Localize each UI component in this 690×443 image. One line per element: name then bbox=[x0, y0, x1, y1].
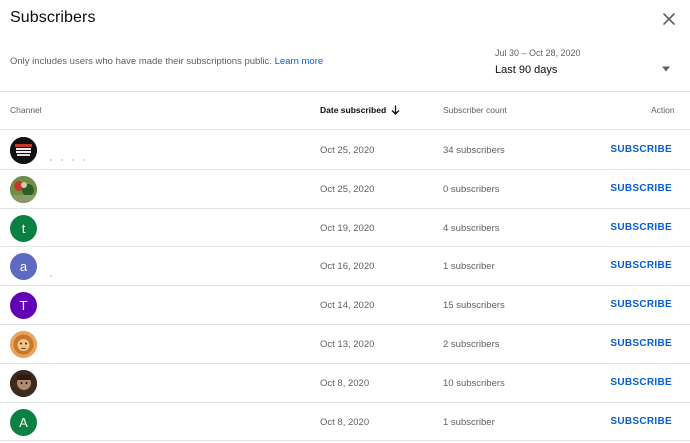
subscribe-button[interactable]: SUBSCRIBE bbox=[610, 338, 672, 349]
column-header-action: Action bbox=[651, 105, 675, 115]
date-range-dates: Jul 30 – Oct 28, 2020 bbox=[495, 48, 581, 58]
table-header: Channel Date subscribed Subscriber count… bbox=[0, 92, 690, 130]
subscriber-count: 10 subscribers bbox=[443, 377, 505, 389]
date-subscribed: Oct 8, 2020 bbox=[320, 377, 370, 389]
subscriber-list: Oct 25, 2020 34 subscribers SUBSCRIBE Oc… bbox=[0, 131, 690, 442]
date-subscribed: Oct 16, 2020 bbox=[320, 261, 375, 273]
date-subscribed: Oct 25, 2020 bbox=[320, 145, 375, 156]
subscribe-button[interactable]: SUBSCRIBE bbox=[610, 416, 672, 427]
caret-down-icon bbox=[661, 59, 671, 72]
subscribe-button[interactable]: SUBSCRIBE bbox=[610, 377, 672, 388]
channel-name-redacted bbox=[50, 264, 96, 278]
avatar[interactable]: a bbox=[10, 253, 37, 281]
dialog-title: Subscribers bbox=[10, 9, 96, 26]
date-subscribed: Oct 25, 2020 bbox=[320, 183, 375, 195]
subscriber-count: 1 subscriber bbox=[443, 261, 495, 273]
avatar[interactable] bbox=[10, 330, 37, 358]
avatar[interactable] bbox=[10, 137, 37, 164]
avatar[interactable]: T bbox=[10, 292, 37, 320]
column-header-date-subscribed[interactable]: Date subscribed bbox=[320, 105, 400, 115]
date-subscribed: Oct 13, 2020 bbox=[320, 338, 375, 350]
table-row: Oct 13, 2020 2 subscribers SUBSCRIBE bbox=[0, 325, 690, 364]
date-subscribed: Oct 8, 2020 bbox=[320, 416, 370, 428]
subscribe-button[interactable]: SUBSCRIBE bbox=[610, 183, 672, 194]
date-range-dropdown[interactable]: Jul 30 – Oct 28, 2020 Last 90 days bbox=[495, 45, 680, 85]
subscriber-count: 4 subscribers bbox=[443, 222, 500, 234]
subscriber-count: 1 subscriber bbox=[443, 416, 495, 428]
privacy-notice: Only includes users who have made their … bbox=[10, 56, 323, 67]
table-row: Oct 8, 2020 10 subscribers SUBSCRIBE bbox=[0, 364, 690, 403]
avatar[interactable]: t bbox=[10, 214, 37, 242]
notice-text: Only includes users who have made their … bbox=[10, 56, 275, 67]
subscriber-count: 15 subscribers bbox=[443, 300, 505, 312]
subscribe-button[interactable]: SUBSCRIBE bbox=[610, 299, 672, 310]
subscribe-button[interactable]: SUBSCRIBE bbox=[610, 260, 672, 271]
date-subscribed: Oct 14, 2020 bbox=[320, 300, 375, 312]
table-row: T Oct 14, 2020 15 subscribers SUBSCRIBE bbox=[0, 286, 690, 325]
column-header-channel: Channel bbox=[10, 105, 42, 115]
avatar[interactable] bbox=[10, 175, 37, 203]
avatar[interactable]: A bbox=[10, 408, 37, 436]
table-row: Oct 25, 2020 34 subscribers SUBSCRIBE bbox=[0, 131, 690, 170]
table-row: t Oct 19, 2020 4 subscribers SUBSCRIBE bbox=[0, 209, 690, 248]
learn-more-link[interactable]: Learn more bbox=[275, 56, 324, 67]
avatar[interactable] bbox=[10, 369, 37, 397]
subscriber-count: 2 subscribers bbox=[443, 338, 500, 350]
table-row: A Oct 8, 2020 1 subscriber SUBSCRIBE bbox=[0, 403, 690, 442]
date-header-label: Date subscribed bbox=[320, 105, 387, 115]
column-header-subscriber-count: Subscriber count bbox=[443, 105, 507, 115]
close-icon bbox=[658, 8, 680, 30]
subscriber-count: 0 subscribers bbox=[443, 183, 500, 195]
arrow-down-icon bbox=[391, 105, 400, 115]
date-subscribed: Oct 19, 2020 bbox=[320, 222, 375, 234]
channel-name-redacted bbox=[50, 148, 96, 161]
subscribe-button[interactable]: SUBSCRIBE bbox=[610, 222, 672, 233]
close-button[interactable] bbox=[658, 8, 680, 30]
subscriber-count: 34 subscribers bbox=[443, 145, 505, 156]
table-row: a Oct 16, 2020 1 subscriber SUBSCRIBE bbox=[0, 247, 690, 287]
date-range-label: Last 90 days bbox=[495, 64, 558, 76]
subscribe-button[interactable]: SUBSCRIBE bbox=[610, 144, 672, 155]
table-row: Oct 25, 2020 0 subscribers SUBSCRIBE bbox=[0, 170, 690, 209]
subscribers-dialog: Subscribers Only includes users who have… bbox=[0, 0, 690, 443]
